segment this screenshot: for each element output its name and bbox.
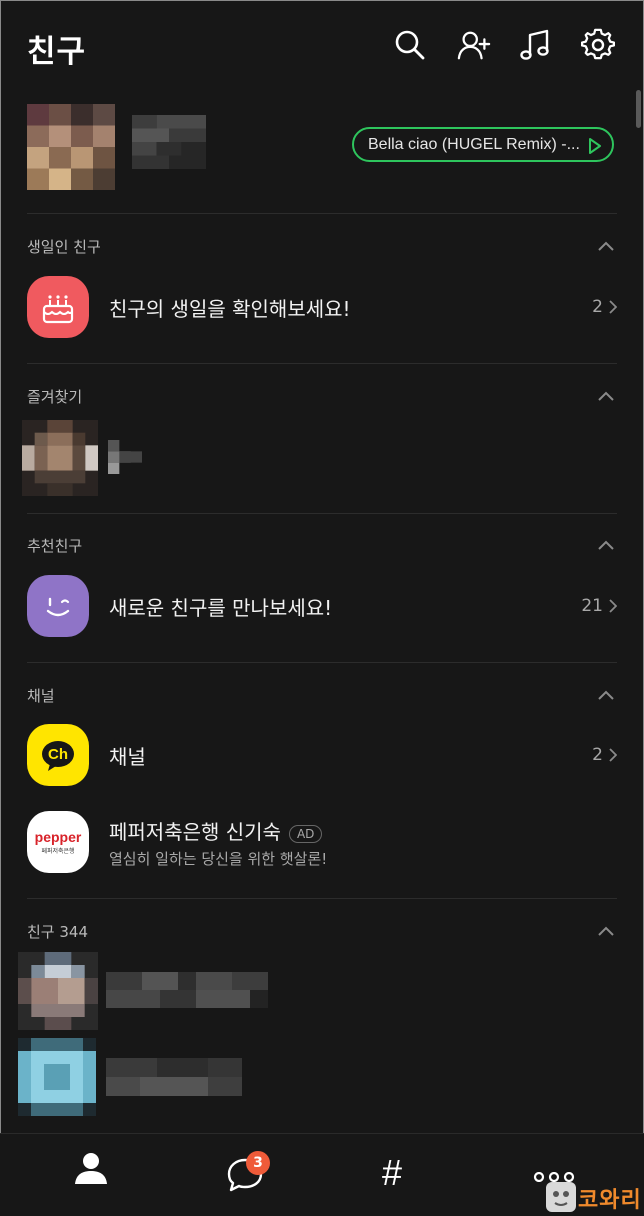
openchat-tab-icon[interactable]: #: [382, 1152, 402, 1194]
pepper-logo-subtext: 페퍼저축은행: [41, 847, 74, 855]
friend-name: [108, 440, 142, 474]
divider: [27, 213, 617, 214]
pepper-bank-logo: pepper 페퍼저축은행: [27, 811, 89, 873]
chevron-right-icon: [609, 599, 617, 613]
settings-icon[interactable]: [581, 28, 615, 62]
channel-count: 2: [592, 745, 617, 765]
top-bar: 친구: [0, 0, 644, 92]
section-title-favorites: 즐겨찾기: [27, 388, 83, 406]
friend-avatar[interactable]: [22, 420, 98, 496]
recommended-label: 새로운 친구를 만나보세요!: [109, 596, 333, 620]
pepper-logo-text: pepper: [35, 829, 82, 845]
watermark-text: 코와리: [578, 1188, 642, 1213]
section-title-channel: 채널: [27, 687, 55, 705]
collapse-chevron-icon[interactable]: [598, 690, 614, 700]
ad-name: 페퍼저축은행 신기숙: [109, 820, 281, 844]
page-title: 친구: [27, 34, 87, 70]
birthday-cake-icon: [27, 276, 89, 338]
chat-unread-badge: 3: [246, 1151, 270, 1175]
search-icon[interactable]: [393, 28, 427, 62]
ad-title: 페퍼저축은행 신기숙 AD: [109, 816, 323, 845]
channel-count-value: 2: [592, 745, 603, 765]
recommended-count-value: 21: [581, 596, 603, 616]
play-icon: [589, 138, 601, 154]
profile-avatar[interactable]: [27, 104, 115, 190]
add-friend-icon[interactable]: [457, 28, 491, 62]
collapse-chevron-icon[interactable]: [598, 926, 614, 936]
profile-music-label: Bella ciao (HUGEL Remix) -...: [368, 135, 580, 153]
scrollbar[interactable]: [636, 90, 641, 128]
friends-tab-icon[interactable]: [73, 1150, 109, 1186]
collapse-chevron-icon[interactable]: [598, 241, 614, 251]
divider: [27, 513, 617, 514]
section-title-recommended: 추천친구: [27, 537, 83, 555]
profile-name: [132, 115, 206, 169]
birthday-count-value: 2: [592, 297, 603, 317]
music-icon[interactable]: [519, 28, 553, 62]
divider: [27, 898, 617, 899]
divider: [27, 662, 617, 663]
channel-icon: Ch: [27, 724, 89, 786]
section-title-friends: 친구 344: [27, 923, 88, 941]
birthday-count: 2: [592, 297, 617, 317]
watermark: 코와리: [544, 1180, 642, 1213]
chevron-right-icon: [609, 300, 617, 314]
recommended-count: 21: [581, 596, 617, 616]
ad-badge: AD: [288, 824, 323, 843]
smile-face-icon: [27, 575, 89, 637]
friend-avatar[interactable]: [18, 952, 98, 1030]
watermark-mascot-icon: [546, 1182, 576, 1212]
channel-icon-text: Ch: [48, 746, 68, 763]
section-title-birthday: 생일인 친구: [27, 238, 101, 256]
divider: [27, 363, 617, 364]
ad-subtitle: 열심히 일하는 당신을 위한 햇살론!: [109, 850, 328, 868]
profile-music-button[interactable]: Bella ciao (HUGEL Remix) -...: [352, 127, 614, 162]
friend-name: [106, 972, 268, 1008]
chevron-right-icon: [609, 748, 617, 762]
channel-label: 채널: [109, 745, 146, 769]
birthday-label: 친구의 생일을 확인해보세요!: [109, 297, 351, 321]
friend-avatar[interactable]: [18, 1038, 96, 1116]
collapse-chevron-icon[interactable]: [598, 540, 614, 550]
collapse-chevron-icon[interactable]: [598, 391, 614, 401]
friend-name: [106, 1058, 242, 1096]
